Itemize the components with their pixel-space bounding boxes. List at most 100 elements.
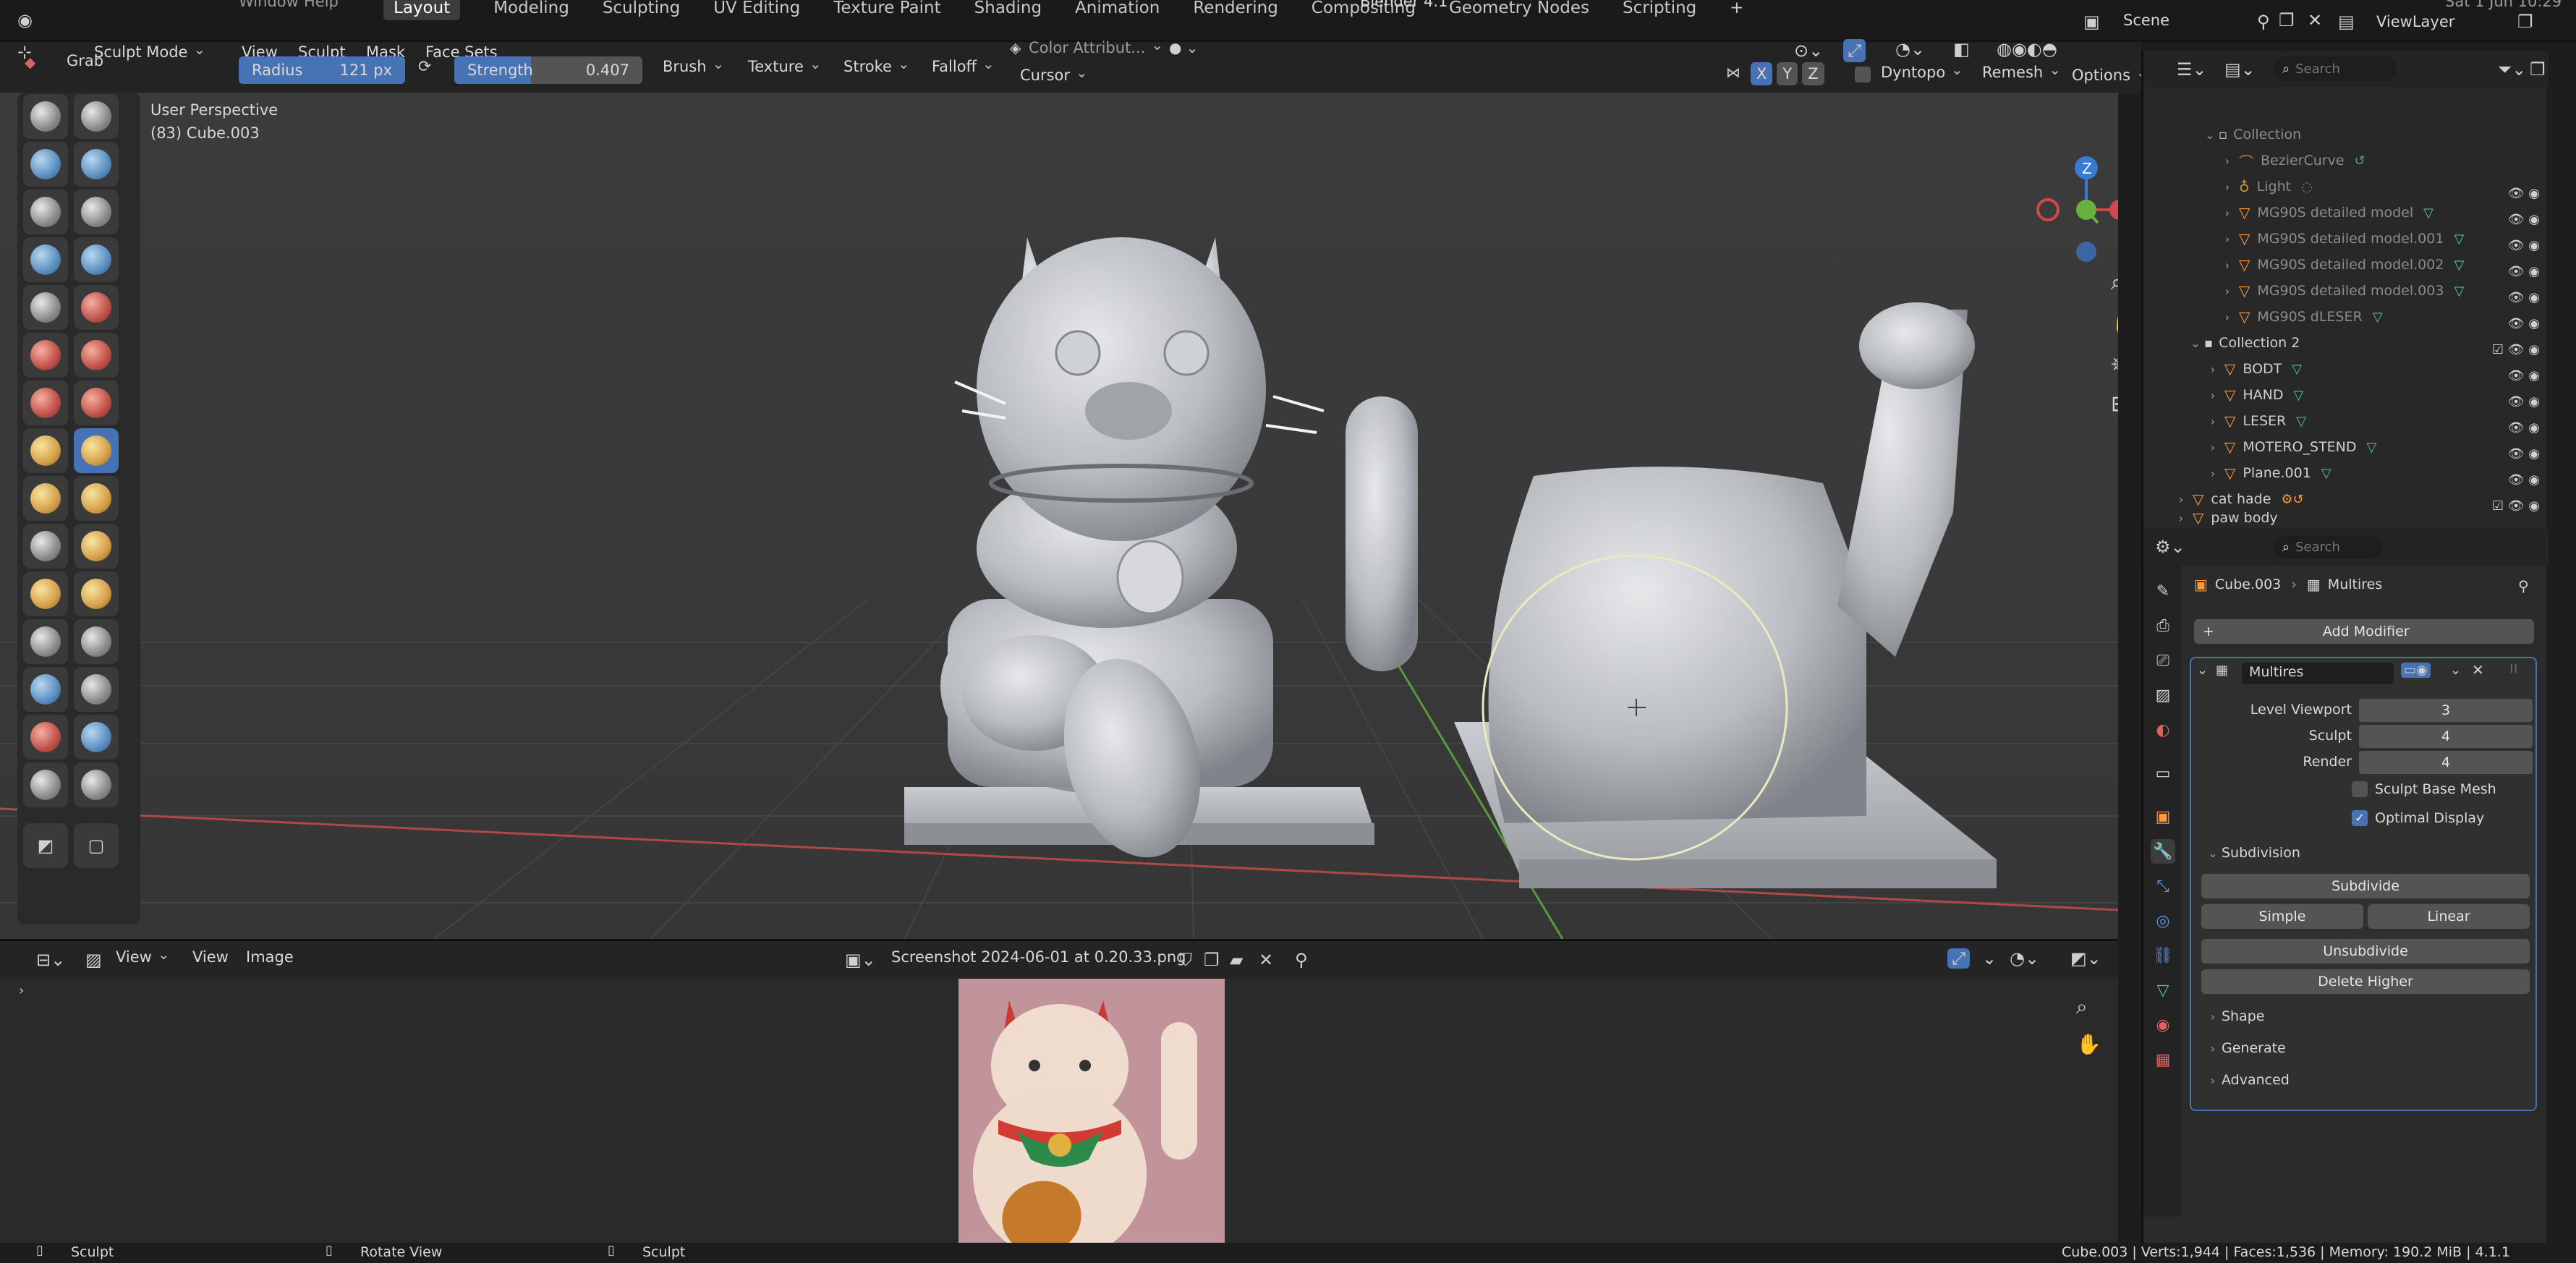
- tab-scripting[interactable]: Scripting: [1623, 0, 1696, 17]
- tool-clay-strips[interactable]: [74, 142, 119, 187]
- shape-subpanel-header[interactable]: › Shape: [2204, 1008, 2265, 1024]
- navigation-gizmo[interactable]: [2036, 156, 2118, 262]
- tool-draw-sharp[interactable]: [74, 94, 119, 139]
- pin-image-icon[interactable]: ⚲: [1295, 950, 1308, 970]
- tool-scrape[interactable]: [23, 380, 68, 425]
- output-tab-icon[interactable]: ⎚: [2151, 648, 2175, 673]
- tool-box-mask[interactable]: ◩: [23, 823, 68, 868]
- stroke-menu[interactable]: Stroke: [843, 58, 910, 75]
- tool-snake-hook[interactable]: [74, 476, 119, 521]
- tab-animation[interactable]: Animation: [1075, 0, 1160, 17]
- material-tab-icon[interactable]: ◉: [2151, 1013, 2175, 1037]
- tool-crease[interactable]: [23, 285, 68, 330]
- texture-tab-icon[interactable]: ▦: [2151, 1047, 2175, 1072]
- axis-x-toggle[interactable]: X: [1751, 62, 1773, 85]
- advanced-subpanel-header[interactable]: › Advanced: [2204, 1072, 2290, 1088]
- tool-paint[interactable]: [74, 762, 119, 807]
- scene-name[interactable]: Scene: [2123, 12, 2169, 29]
- display-mode-icon[interactable]: ▤⌄: [2224, 59, 2256, 80]
- sculpt-base-mesh-checkbox[interactable]: Sculpt Base Mesh: [2352, 781, 2496, 797]
- render-tab-icon[interactable]: ⎙: [2151, 613, 2175, 638]
- filter-icon[interactable]: ⏷⌄: [2498, 59, 2526, 80]
- new-view-layer-icon[interactable]: ❐: [2517, 12, 2533, 32]
- tool-thumb[interactable]: [23, 524, 68, 569]
- image-editor-type-icon[interactable]: ⊟⌄: [36, 950, 65, 970]
- tool-multiplane-scrape[interactable]: [74, 380, 119, 425]
- tab-shading[interactable]: Shading: [974, 0, 1042, 17]
- options-menu[interactable]: Options: [2072, 67, 2148, 84]
- tool-nudge[interactable]: [23, 571, 68, 616]
- tool-cloth[interactable]: [23, 667, 68, 712]
- visibility-toggles[interactable]: 👁 ◉ 👁 ◉ 👁 ◉ 👁 ◉ 👁 ◉ 👁 ◉ ☑ 👁 ◉ 👁 ◉ 👁 ◉ 👁 ◉ 👁 ◉ 👁 ◉ ☑ …: [2483, 181, 2549, 514]
- optimal-display-checkbox[interactable]: ✓ Optimal Display: [2352, 810, 2484, 826]
- image-gizmo-menu-icon[interactable]: ⌄: [1982, 948, 1997, 969]
- tool-flatten[interactable]: [23, 333, 68, 378]
- active-tool[interactable]: Grab: [67, 52, 103, 69]
- pin-properties-icon[interactable]: ⚲: [2518, 577, 2529, 595]
- image-mode-icon[interactable]: ▨: [85, 950, 102, 970]
- object-visibility-icon[interactable]: ⊙⌄: [1794, 41, 1823, 61]
- subdivide-button[interactable]: Subdivide: [2201, 874, 2530, 898]
- view-layer-name[interactable]: ViewLayer: [2376, 13, 2454, 30]
- add-workspace-button[interactable]: +: [1730, 0, 1743, 17]
- outliner-type-icon[interactable]: ☰⌄: [2177, 59, 2207, 80]
- tool-pose[interactable]: [74, 524, 119, 569]
- level-viewport-field[interactable]: 3: [2359, 699, 2533, 722]
- new-collection-icon[interactable]: ❐: [2530, 59, 2546, 80]
- tool-simplify[interactable]: [74, 667, 119, 712]
- tool-layer[interactable]: [74, 190, 119, 234]
- list-item[interactable]: › ⌒ BezierCurve ↺: [2143, 148, 2549, 174]
- image-gizmo-icon[interactable]: ⤢: [1947, 948, 1971, 969]
- dyntopo-menu[interactable]: Dyntopo: [1881, 64, 1963, 81]
- strength-field[interactable]: Strength 0.407: [454, 56, 642, 84]
- 3d-viewport[interactable]: Z ⌕ ✋ ⎈ ⊞ User Perspective (83) Cube.003: [0, 93, 2118, 939]
- menu-window[interactable]: Window: [239, 0, 299, 10]
- outliner-search[interactable]: ⌕ Search: [2274, 56, 2397, 81]
- tool-clay-thumb[interactable]: [23, 190, 68, 234]
- drag-handle-icon[interactable]: ⁞⁞: [2509, 661, 2517, 676]
- brush-menu[interactable]: Brush: [663, 58, 724, 75]
- texture-menu[interactable]: Texture: [748, 58, 822, 75]
- open-image-icon[interactable]: ▰: [1230, 950, 1243, 970]
- tool-fill[interactable]: [74, 333, 119, 378]
- image-pan-icon[interactable]: ✋: [2076, 1032, 2101, 1056]
- delete-scene-icon[interactable]: ✕: [2308, 10, 2322, 30]
- sculpt-level-field[interactable]: 4: [2359, 725, 2533, 748]
- tool-pinch[interactable]: [23, 428, 68, 473]
- outliner[interactable]: ☰⌄ ▤⌄ ⌕ Search ⏷⌄ ❐ ⌄ ▫ Collection › ⌒ Bezie…: [2141, 51, 2549, 528]
- color-attribute-menu[interactable]: Color Attribut...: [1029, 39, 1163, 56]
- tool-clay[interactable]: [23, 142, 68, 187]
- tab-layout[interactable]: Layout: [383, 0, 461, 20]
- tool-mask[interactable]: [23, 715, 68, 760]
- tool-slide-relax[interactable]: [23, 619, 68, 664]
- modifier-name-field[interactable]: Multires: [2242, 663, 2394, 684]
- radius-unit-icon[interactable]: ⟳: [418, 58, 431, 76]
- properties-editor[interactable]: ⚙⌄ ⌕ Search ✎ ⎙ ⎚ ▨ ◐ ▭ ▣ 🔧 ⤡ ◎ ⛓ ▽ ◉ ▦ …: [2141, 528, 2549, 1243]
- physics-tab-icon[interactable]: ◎: [2151, 909, 2175, 933]
- collection-tab-icon[interactable]: ▭: [2151, 761, 2175, 786]
- sidebar-toggle-icon[interactable]: ›: [19, 983, 24, 998]
- tool-elastic-deform[interactable]: [23, 476, 68, 521]
- tool-inflate[interactable]: [23, 237, 68, 282]
- shading-modes-icon[interactable]: ◍◉◐◓: [1997, 39, 2057, 59]
- list-item[interactable]: ⌄ ▫ Collection: [2143, 122, 2549, 148]
- tab-texture-paint[interactable]: Texture Paint: [833, 0, 940, 17]
- render-level-field[interactable]: 4: [2359, 751, 2533, 774]
- generate-subpanel-header[interactable]: › Generate: [2204, 1040, 2286, 1056]
- tool-multires-displacement[interactable]: [23, 762, 68, 807]
- tool-draw[interactable]: [23, 94, 68, 139]
- fake-user-icon[interactable]: ⛉: [1179, 950, 1192, 970]
- unsubdivide-button[interactable]: Unsubdivide: [2201, 939, 2530, 964]
- mode-selector[interactable]: Sculpt Mode: [94, 43, 205, 61]
- image-zoom-icon[interactable]: ⌕: [2076, 995, 2088, 1019]
- xray-icon[interactable]: ◧: [1953, 39, 1970, 59]
- tab-rendering[interactable]: Rendering: [1193, 0, 1278, 17]
- tool-tab-icon[interactable]: ✎: [2151, 579, 2175, 603]
- subdivision-subpanel-header[interactable]: ⌄ Subdivision: [2204, 845, 2300, 861]
- tab-uv-editing[interactable]: UV Editing: [713, 0, 800, 17]
- image-menu-view[interactable]: View: [192, 948, 229, 966]
- tool-rotate[interactable]: [74, 571, 119, 616]
- axis-y-toggle[interactable]: Y: [1777, 62, 1798, 85]
- viewport-gizmos-icon[interactable]: ⤢: [1843, 39, 1866, 62]
- tab-modeling[interactable]: Modeling: [493, 0, 569, 17]
